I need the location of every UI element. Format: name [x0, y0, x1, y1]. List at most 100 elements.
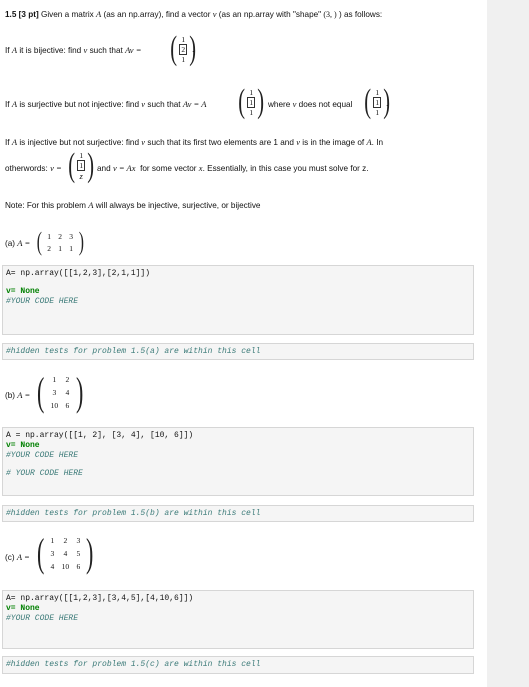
case-surjective-tail: where v does not equal: [268, 99, 352, 109]
vector-symbol: v: [212, 9, 217, 19]
matrix-symbol: A: [96, 9, 102, 19]
vector-entry: 1: [375, 107, 380, 117]
vector-symbol: v: [83, 45, 88, 55]
code-line: A= np.array([[1,2,3],[3,4,5],[4,10,6]]): [6, 594, 194, 603]
case-text: . In: [371, 138, 384, 147]
matrix-entry: 1: [50, 535, 55, 545]
hidden-tests-cell-b[interactable]: #hidden tests for problem 1.5(b) are wit…: [2, 505, 474, 522]
problem-intro: 1.5 [3 pt] Given a matrix A (as an np.ar…: [5, 9, 382, 19]
matrix-entry: 2: [65, 374, 70, 384]
vector-entry: 1: [249, 87, 254, 97]
matrix-b: ( 1 2 3 4 10 6 ): [36, 369, 84, 414]
matrix-symbol: A: [88, 200, 94, 210]
period: .: [386, 99, 389, 108]
part-a-label: (a) A =: [5, 238, 30, 248]
equation: Av = A: [182, 99, 207, 109]
vector-entry: 1: [375, 87, 380, 97]
case-text: is surjective but not injective: find: [19, 100, 140, 109]
matrix-symbol: A: [11, 45, 18, 55]
matrix-entry: 4: [50, 561, 55, 571]
code-comment: # YOUR CODE HERE: [6, 469, 83, 478]
code-line: A= np.array([[1,2,3],[2,1,1]]): [6, 269, 151, 278]
vector-1-1-z: ( 1 1 z ): [68, 147, 95, 184]
intro-text: Given a matrix: [40, 10, 94, 19]
case-text: such that: [147, 100, 181, 109]
case-injective-line2: otherwords: v =: [5, 163, 62, 173]
matrix-entry: 5: [76, 548, 81, 558]
note-text-part: Note: For this problem: [5, 201, 86, 210]
case-text: is in the image of: [302, 138, 365, 147]
intro-text: ) as follows:: [338, 10, 383, 19]
code-line: A = np.array([[1, 2], [3, 4], [10, 6]]): [6, 431, 194, 440]
case-text: does not equal: [298, 100, 353, 109]
matrix-entry: 1: [58, 243, 63, 253]
code-line: v= None: [6, 441, 40, 450]
equation: v = Ax: [112, 163, 136, 173]
matrix-entry: 2: [47, 243, 52, 253]
code-comment: #hidden tests for problem 1.5(c) are wit…: [6, 660, 261, 669]
vector-symbol: v: [141, 99, 146, 109]
intro-text: (as an np.array with "shape": [218, 10, 322, 19]
matrix-symbol: A: [11, 137, 18, 147]
vector-entry: 1: [79, 151, 84, 160]
problem-label: 1.5 [3 pt]: [5, 10, 39, 19]
case-injective-line2-tail: and v = Ax for some vector x. Essentiall…: [97, 163, 369, 173]
code-line: v= None: [6, 287, 40, 296]
case-text: . Essentially, in this case you must sol…: [202, 164, 369, 173]
case-text: is injective but not surjective: find: [19, 138, 140, 147]
matrix-entry: 4: [65, 387, 70, 397]
code-comment: #YOUR CODE HERE: [6, 451, 79, 460]
part-label: (c): [5, 553, 15, 562]
matrix-entry: 4: [63, 548, 68, 558]
part-label: (b): [5, 391, 16, 400]
equation: A =: [16, 552, 30, 562]
case-surjective: If A is surjective but not injective: fi…: [5, 99, 206, 109]
scrollbar-track[interactable]: [487, 0, 529, 687]
vector-symbol: v: [292, 99, 297, 109]
equation: Av =: [125, 45, 142, 55]
matrix-entry: 3: [52, 387, 57, 397]
matrix-entry: 10: [50, 400, 59, 410]
case-text: such that: [89, 46, 123, 55]
case-text: otherwords:: [5, 164, 48, 173]
case-injective: If A is injective but not surjective: fi…: [5, 137, 383, 147]
matrix-entry: 6: [65, 400, 70, 410]
code-cell-a[interactable]: A= np.array([[1,2,3],[2,1,1]]) v= None #…: [2, 265, 474, 335]
vector-entry: 1: [77, 160, 86, 171]
matrix-entry: 10: [61, 561, 70, 571]
matrix-entry: 3: [50, 548, 55, 558]
code-line: v= None: [6, 604, 40, 613]
case-text: If: [5, 138, 10, 147]
code-cell-b[interactable]: A = np.array([[1, 2], [3, 4], [10, 6]]) …: [2, 427, 474, 496]
vector-entry: 2: [179, 43, 188, 55]
hidden-tests-cell-a[interactable]: #hidden tests for problem 1.5(a) are wit…: [2, 343, 474, 360]
code-comment: #hidden tests for problem 1.5(b) are wit…: [6, 509, 261, 518]
vector-entry: 1: [249, 107, 254, 117]
equation: v =: [50, 163, 62, 173]
case-text: If: [5, 100, 10, 109]
matrix-entry: 6: [76, 561, 81, 571]
case-text: If: [5, 46, 10, 55]
vector-entry: 1: [247, 96, 256, 108]
vector-1-1-1: ( 1 1 1 ): [238, 83, 265, 120]
intro-text: (as an np.array), find a vector: [103, 10, 211, 19]
case-text: and: [97, 164, 111, 173]
vector-entry: 1: [181, 54, 186, 64]
matrix-entry: 1: [52, 374, 57, 384]
matrix-entry: 1: [69, 243, 74, 253]
equation: A =: [17, 390, 31, 400]
shape-text: (3, ): [323, 10, 337, 19]
matrix-entry: 2: [58, 231, 63, 241]
equation: A =: [17, 238, 31, 248]
note-text: Note: For this problem A will always be …: [5, 200, 261, 210]
note-text-part: will always be injective, surjective, or…: [95, 201, 261, 210]
vector-entry: z: [79, 171, 83, 181]
matrix-entry: 3: [69, 231, 74, 241]
case-text: where: [268, 100, 291, 109]
matrix-c: ( 1 2 3 3 4 5 4 10 6 ): [36, 530, 94, 575]
period: .: [192, 45, 195, 54]
code-comment: #YOUR CODE HERE: [6, 297, 79, 306]
code-cell-c[interactable]: A= np.array([[1,2,3],[3,4,5],[4,10,6]]) …: [2, 590, 474, 649]
code-comment: #hidden tests for problem 1.5(a) are wit…: [6, 347, 261, 356]
hidden-tests-cell-c[interactable]: #hidden tests for problem 1.5(c) are wit…: [2, 656, 474, 674]
